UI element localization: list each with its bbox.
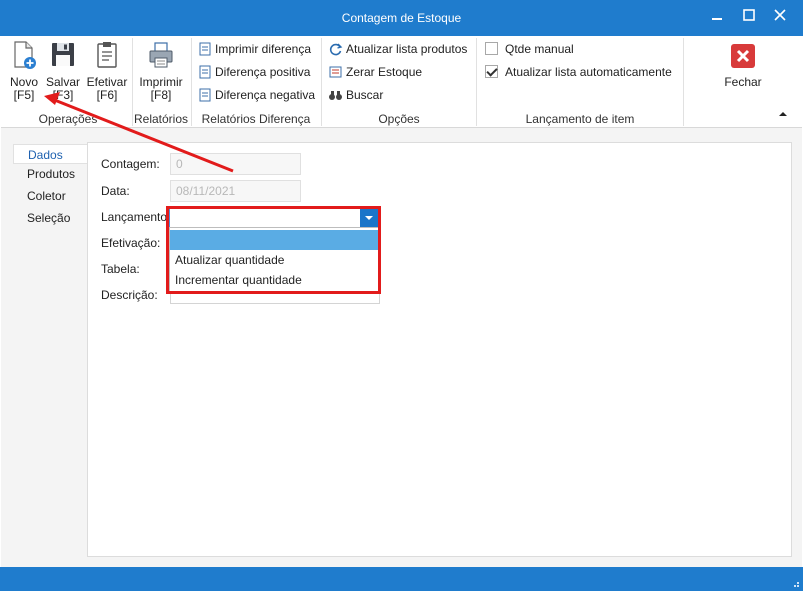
salvar-button[interactable]: Salvar [F3] xyxy=(45,40,81,102)
diferenca-positiva-button[interactable]: Diferença positiva xyxy=(198,64,310,84)
atualizar-lista-button[interactable]: Atualizar lista produtos xyxy=(328,41,467,61)
efetivar-shortcut: [F6] xyxy=(96,88,118,102)
data-label: Data: xyxy=(101,184,130,198)
atualizar-lista-label: Atualizar lista produtos xyxy=(346,41,468,56)
close-icon[interactable] xyxy=(766,6,794,28)
atualizar-auto-label: Atualizar lista automaticamente xyxy=(505,64,672,79)
salvar-shortcut: [F3] xyxy=(52,88,74,102)
tab-selecao[interactable]: Seleção xyxy=(13,208,89,228)
diferenca-positiva-label: Diferença positiva xyxy=(215,64,311,79)
new-document-icon xyxy=(14,41,36,69)
title-bar: Contagem de Estoque xyxy=(0,0,803,36)
binoculars-icon xyxy=(329,90,342,100)
efetivar-button[interactable]: Efetivar [F6] xyxy=(85,40,129,102)
tab-dados[interactable]: Dados xyxy=(13,144,89,164)
lancamento-label: Lançamento: xyxy=(101,210,171,224)
collapse-ribbon-icon[interactable] xyxy=(777,108,789,120)
imprimir-button[interactable]: Imprimir [F8] xyxy=(137,40,185,102)
form-panel: Contagem: 0 Data: 08/11/2021 Lançamento:… xyxy=(87,142,792,557)
group-separator xyxy=(683,38,684,126)
imprimir-shortcut: [F8] xyxy=(150,88,172,102)
group-separator xyxy=(191,38,192,126)
fechar-label: Fechar xyxy=(724,75,762,89)
highlight-box xyxy=(166,206,381,294)
eraser-icon xyxy=(329,66,342,78)
imprimir-diferenca-label: Imprimir diferença xyxy=(215,41,312,56)
ribbon: Novo [F5] Salvar [F3] Efetivar [F6] Oper… xyxy=(1,36,802,128)
group-separator xyxy=(321,38,322,126)
group-opcoes: Opções xyxy=(378,112,420,126)
report-print-icon xyxy=(199,42,211,56)
novo-button[interactable]: Novo [F5] xyxy=(7,40,41,102)
report-minus-icon xyxy=(199,88,211,102)
tabela-label: Tabela: xyxy=(101,262,140,276)
novo-shortcut: [F5] xyxy=(13,88,35,102)
zerar-estoque-label: Zerar Estoque xyxy=(346,64,423,79)
close-red-icon xyxy=(731,44,755,68)
data-field[interactable]: 08/11/2021 xyxy=(170,180,301,202)
qtde-manual-label: Qtde manual xyxy=(505,41,574,56)
resize-grip-icon[interactable] xyxy=(790,578,800,588)
buscar-label: Buscar xyxy=(346,87,384,102)
imprimir-diferenca-button[interactable]: Imprimir diferença xyxy=(198,41,311,61)
group-relatorios: Relatórios xyxy=(133,112,189,126)
tab-produtos[interactable]: Produtos xyxy=(13,164,89,184)
efetivacao-label: Efetivação: xyxy=(101,236,161,250)
buscar-button[interactable]: Buscar xyxy=(328,87,383,107)
fechar-button[interactable]: Fechar xyxy=(721,40,765,89)
refresh-icon xyxy=(329,43,343,56)
checkbox-unchecked[interactable] xyxy=(485,42,498,56)
diferenca-negativa-label: Diferença negativa xyxy=(215,87,316,102)
content-area: Dados Produtos Coletor Seleção Contagem:… xyxy=(1,128,802,567)
diferenca-negativa-button[interactable]: Diferença negativa xyxy=(198,87,315,107)
floppy-disk-icon xyxy=(52,43,74,66)
status-bar xyxy=(0,567,803,591)
contagem-field[interactable]: 0 xyxy=(170,153,301,175)
checkbox-checked[interactable] xyxy=(485,65,498,79)
minimize-icon[interactable] xyxy=(703,6,731,28)
maximize-icon[interactable] xyxy=(735,6,763,28)
report-plus-icon xyxy=(199,65,211,79)
printer-icon xyxy=(149,42,173,68)
zerar-estoque-button[interactable]: Zerar Estoque xyxy=(328,64,422,84)
qtde-manual-checkbox[interactable]: Qtde manual xyxy=(485,41,574,61)
tab-coletor[interactable]: Coletor xyxy=(13,186,89,206)
contagem-label: Contagem: xyxy=(101,157,160,171)
window-title: Contagem de Estoque xyxy=(341,11,462,25)
clipboard-icon xyxy=(97,42,117,68)
group-lancamento-item: Lançamento de item xyxy=(525,112,635,126)
atualizar-auto-checkbox[interactable]: Atualizar lista automaticamente xyxy=(485,64,672,84)
group-operacoes: Operações xyxy=(38,112,98,126)
group-relatorios-diferenca: Relatórios Diferença xyxy=(201,112,311,126)
descricao-label: Descrição: xyxy=(101,288,158,302)
